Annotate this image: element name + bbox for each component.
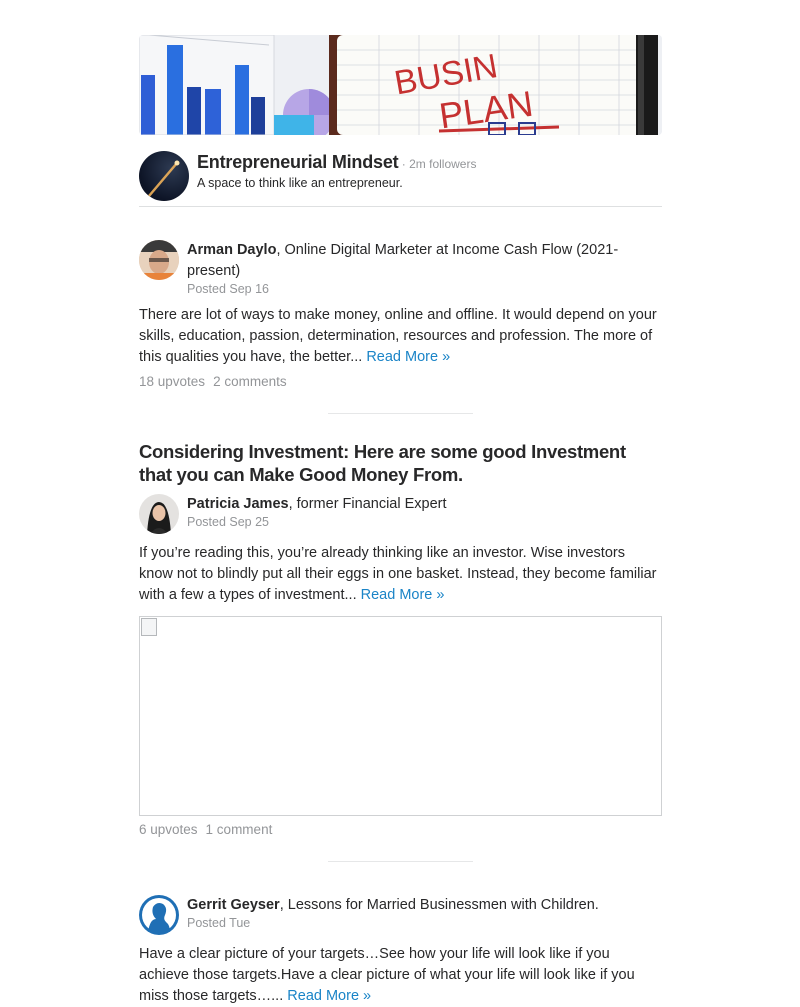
author-name[interactable]: Arman Daylo bbox=[187, 242, 276, 258]
post-stats: 6 upvotes 1 comment bbox=[139, 822, 662, 837]
post-body-text: Have a clear picture of your targets…See… bbox=[139, 946, 635, 1004]
post-date[interactable]: Posted Sep 25 bbox=[187, 515, 447, 529]
post-card: Gerrit Geyser, Lessons for Married Busin… bbox=[139, 895, 662, 1007]
space-title[interactable]: Entrepreneurial Mindset bbox=[197, 152, 399, 172]
author-credential: , Lessons for Married Businessmen with C… bbox=[279, 897, 599, 913]
upvotes-count[interactable]: 18 upvotes bbox=[139, 374, 205, 389]
author-name[interactable]: Gerrit Geyser bbox=[187, 897, 280, 913]
space-avatar[interactable] bbox=[139, 151, 189, 201]
comments-count[interactable]: 2 comments bbox=[213, 374, 287, 389]
post-body: Have a clear picture of your targets…See… bbox=[139, 944, 662, 1007]
post-title[interactable]: Considering Investment: Here are some go… bbox=[139, 440, 662, 486]
read-more-link[interactable]: Read More » bbox=[287, 988, 371, 1004]
author-name[interactable]: Patricia James bbox=[187, 496, 289, 512]
post-body: If you’re reading this, you’re already t… bbox=[139, 543, 662, 606]
read-more-link[interactable]: Read More » bbox=[361, 587, 445, 603]
post-card: Considering Investment: Here are some go… bbox=[139, 440, 662, 837]
feed-column: BUSIN PLAN Entrepreneurial Mindset · 2m … bbox=[139, 35, 662, 1007]
author-credential: , former Financial Expert bbox=[288, 496, 447, 512]
post-body: There are lot of ways to make money, onl… bbox=[139, 305, 662, 368]
space-banner-image: BUSIN PLAN bbox=[139, 35, 662, 135]
upvotes-count[interactable]: 6 upvotes bbox=[139, 822, 198, 837]
space-followers-count: · 2m followers bbox=[398, 157, 477, 171]
post-date[interactable]: Posted Sep 16 bbox=[187, 282, 662, 296]
author-avatar[interactable] bbox=[139, 494, 179, 534]
read-more-link[interactable]: Read More » bbox=[366, 349, 450, 365]
author-avatar[interactable] bbox=[139, 240, 179, 280]
space-header: Entrepreneurial Mindset · 2m followers A… bbox=[139, 151, 662, 207]
post-card: Arman Daylo, Online Digital Marketer at … bbox=[139, 240, 662, 389]
post-image-broken[interactable] bbox=[139, 616, 662, 816]
post-divider bbox=[328, 861, 473, 862]
space-description: A space to think like an entrepreneur. bbox=[197, 176, 403, 190]
post-divider bbox=[328, 413, 473, 414]
comments-count[interactable]: 1 comment bbox=[206, 822, 273, 837]
post-date[interactable]: Posted Tue bbox=[187, 916, 599, 930]
post-stats: 18 upvotes 2 comments bbox=[139, 374, 662, 389]
broken-image-icon bbox=[141, 618, 157, 636]
author-avatar[interactable] bbox=[139, 895, 179, 935]
